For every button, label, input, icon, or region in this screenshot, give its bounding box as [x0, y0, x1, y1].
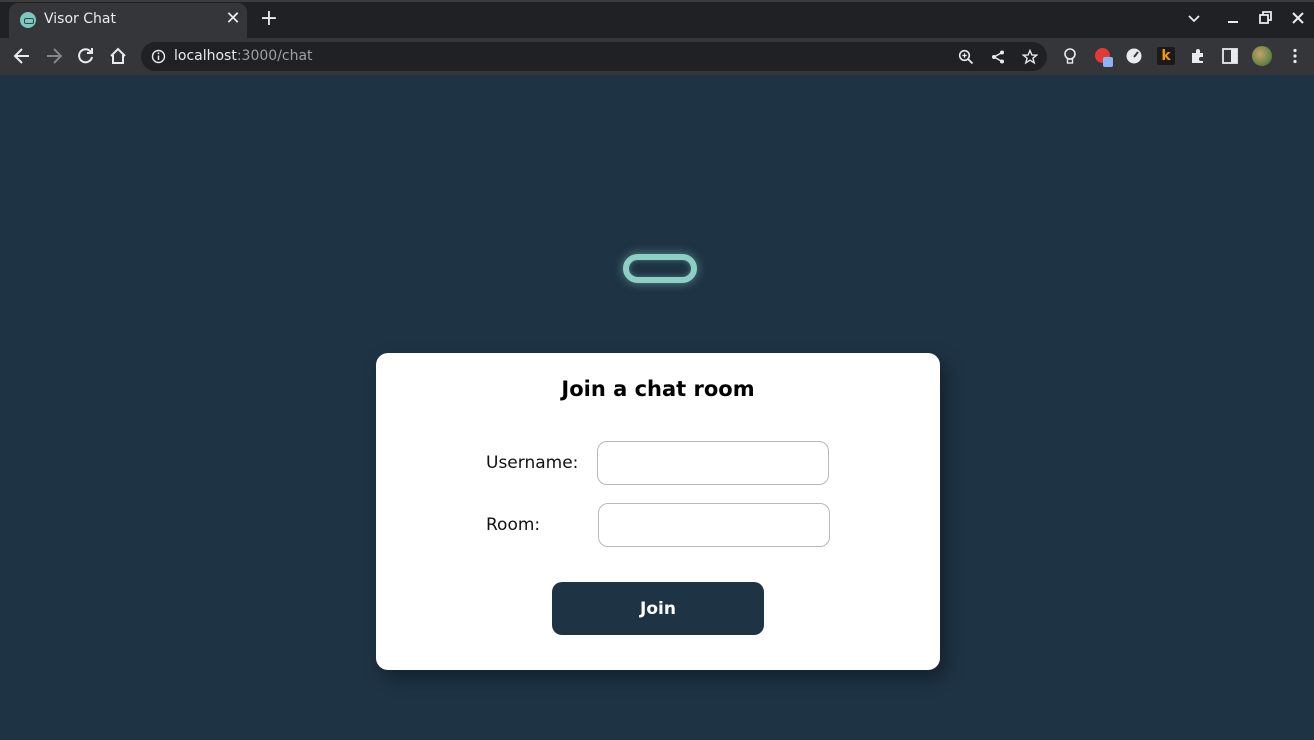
- menu-kebab-icon[interactable]: [1286, 47, 1304, 65]
- address-bar[interactable]: localhost:3000/chat: [141, 42, 1047, 71]
- share-icon[interactable]: [990, 49, 1006, 65]
- browser-toolbar: localhost:3000/chat k: [0, 38, 1314, 75]
- profile-avatar[interactable]: [1252, 46, 1272, 66]
- window-top-border: [0, 0, 1314, 2]
- browser-tab[interactable]: Visor Chat ✕: [9, 3, 247, 38]
- join-room-card: Join a chat room Username: Room: Join: [376, 353, 940, 670]
- side-panel-icon[interactable]: [1221, 47, 1239, 65]
- tab-title: Visor Chat: [44, 11, 116, 27]
- card-title: Join a chat room: [561, 377, 755, 401]
- tab-close-icon[interactable]: ✕: [223, 9, 243, 29]
- tab-strip: Visor Chat ✕ +: [0, 0, 1314, 38]
- minimize-icon[interactable]: [1225, 10, 1241, 26]
- lightbulb-extension-icon[interactable]: [1061, 47, 1079, 65]
- join-button[interactable]: Join: [552, 582, 764, 635]
- bookmark-star-icon[interactable]: [1022, 49, 1038, 65]
- username-label: Username:: [486, 453, 579, 473]
- red-extension-icon[interactable]: [1094, 47, 1113, 67]
- room-label: Room:: [486, 515, 541, 535]
- forward-arrow-icon[interactable]: [44, 46, 64, 66]
- new-tab-button[interactable]: +: [258, 8, 280, 30]
- k-extension-icon[interactable]: k: [1157, 47, 1175, 65]
- zoom-icon[interactable]: [958, 49, 974, 65]
- visor-logo: [623, 254, 697, 283]
- visor-favicon-icon: [20, 12, 36, 28]
- home-icon[interactable]: [108, 46, 128, 66]
- speedometer-extension-icon[interactable]: [1125, 47, 1143, 65]
- restore-icon[interactable]: [1257, 10, 1273, 26]
- close-window-icon[interactable]: [1290, 10, 1306, 26]
- room-input[interactable]: [598, 503, 830, 547]
- url-path: :3000/chat: [236, 48, 313, 64]
- extensions-puzzle-icon[interactable]: [1189, 47, 1207, 65]
- reload-icon[interactable]: [76, 46, 96, 66]
- site-info-icon[interactable]: [151, 49, 166, 64]
- url-host: localhost: [174, 48, 237, 64]
- url-text: localhost:3000/chat: [174, 48, 313, 64]
- username-input[interactable]: [597, 441, 829, 485]
- back-arrow-icon[interactable]: [12, 46, 32, 66]
- tab-search-chevron-icon[interactable]: [1186, 10, 1202, 26]
